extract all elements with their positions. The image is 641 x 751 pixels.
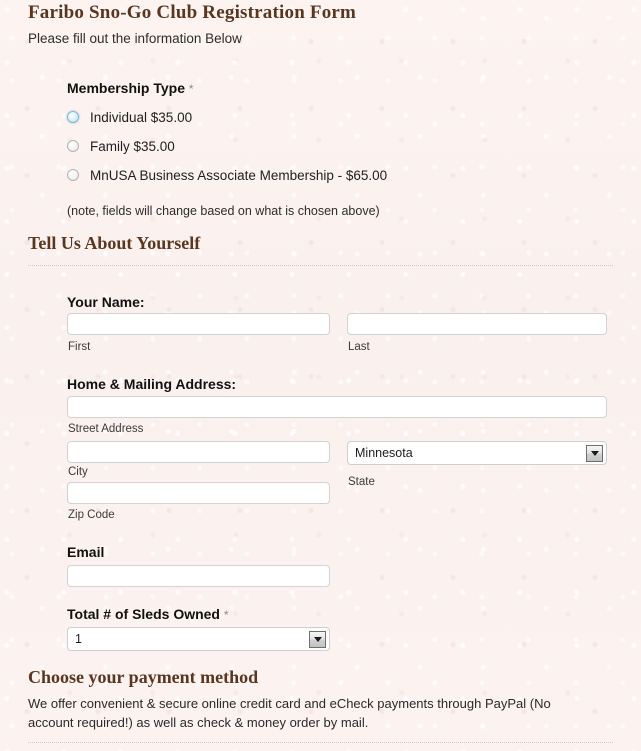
last-name-sublabel: Last: [348, 341, 370, 353]
membership-type-label-text: Membership Type: [67, 80, 185, 96]
radio-icon-family[interactable]: [67, 140, 79, 152]
sleds-owned-select-value: 1: [75, 632, 82, 646]
radio-option-individual[interactable]: Individual $35.00: [67, 108, 192, 126]
chevron-down-icon[interactable]: [586, 444, 603, 462]
chevron-down-icon-sleds[interactable]: [309, 630, 326, 648]
sleds-owned-label-text: Total # of Sleds Owned: [67, 606, 220, 622]
first-name-sublabel: First: [68, 341, 91, 353]
zip-code-sublabel: Zip Code: [68, 509, 115, 521]
address-label: Home & Mailing Address:: [67, 376, 237, 392]
radio-option-family[interactable]: Family $35.00: [67, 137, 175, 155]
payment-description: We offer convenient & secure online cred…: [28, 696, 551, 730]
email-label: Email: [67, 544, 105, 560]
last-name-input[interactable]: [347, 313, 607, 335]
required-marker: *: [188, 82, 194, 96]
membership-type-label: Membership Type *: [67, 80, 194, 96]
section-divider-bottom: [28, 742, 613, 743]
zip-code-input[interactable]: [67, 482, 330, 504]
section-heading-about: Tell Us About Yourself: [28, 233, 201, 253]
radio-label-individual: Individual $35.00: [90, 109, 193, 125]
email-input[interactable]: [67, 565, 330, 587]
radio-icon-individual[interactable]: [67, 111, 79, 123]
page-subtitle: Please fill out the information Below: [28, 31, 242, 46]
sleds-required-marker: *: [223, 608, 229, 622]
registration-form-page: Faribo Sno-Go Club Registration Form Ple…: [0, 0, 641, 751]
radio-option-business-associate[interactable]: MnUSA Business Associate Membership - $6…: [67, 166, 387, 184]
sleds-owned-label: Total # of Sleds Owned *: [67, 606, 229, 622]
city-sublabel: City: [68, 466, 88, 478]
first-name-input[interactable]: [67, 313, 330, 335]
membership-note: (note, fields will change based on what …: [67, 204, 380, 218]
section-divider-top: [28, 265, 613, 266]
street-address-sublabel: Street Address: [68, 423, 144, 435]
radio-label-business-associate: MnUSA Business Associate Membership - $6…: [90, 167, 388, 183]
radio-icon-business-associate[interactable]: [67, 169, 79, 181]
your-name-label: Your Name:: [67, 294, 145, 310]
state-select-value: Minnesota: [355, 446, 413, 460]
state-sublabel: State: [348, 476, 375, 488]
page-title: Faribo Sno-Go Club Registration Form: [28, 2, 357, 23]
street-address-input[interactable]: [67, 396, 607, 418]
city-input[interactable]: [67, 441, 330, 463]
radio-label-family: Family $35.00: [90, 138, 175, 154]
sleds-owned-select[interactable]: 1: [67, 627, 330, 651]
section-heading-payment: Choose your payment method: [28, 667, 259, 687]
state-select[interactable]: Minnesota: [347, 441, 607, 465]
